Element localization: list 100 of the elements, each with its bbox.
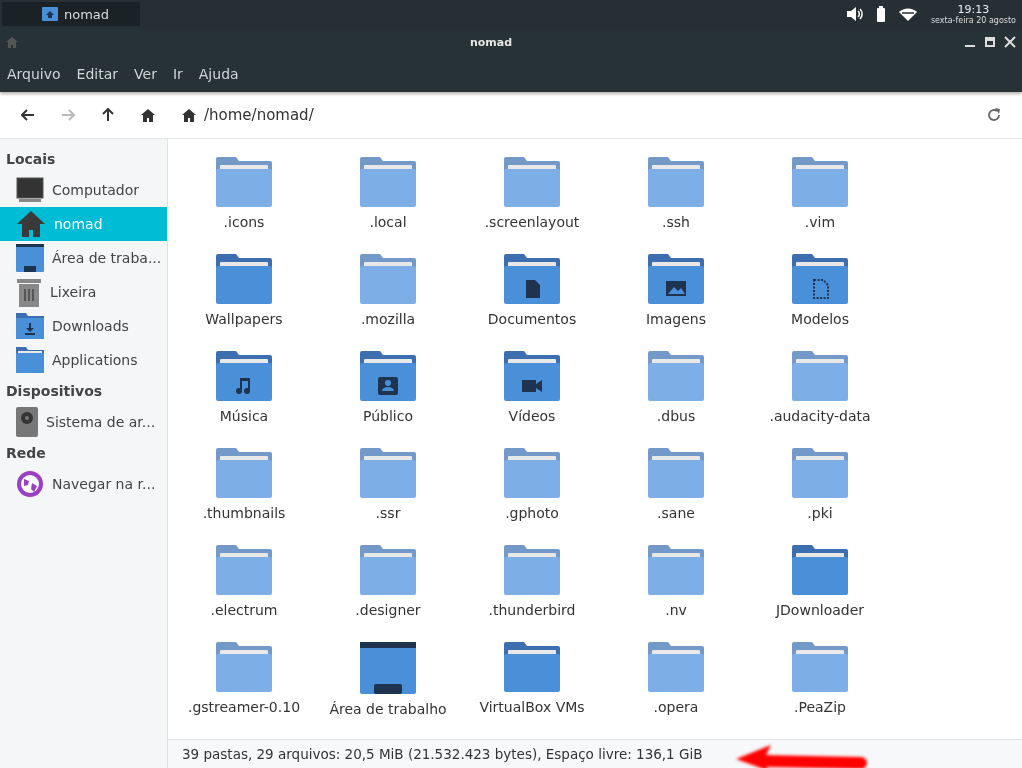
folder-name[interactable]: .thumbnails [202,505,286,521]
reload-icon [987,108,1001,122]
sidebar-item-label: Lixeira [50,284,97,300]
folder-name[interactable]: .electrum [210,602,278,618]
folder-name[interactable]: .gstreamer-0.10 [187,699,301,715]
monitor-icon [16,177,44,203]
folder-icon [792,545,848,595]
folder-icon [504,448,560,498]
folder-name[interactable]: .screenlayout [484,214,580,230]
folder-icon [792,448,848,498]
sidebar-item-label: Sistema de ar... [46,414,156,430]
folder-with-emblem-icon [648,254,704,304]
folder-name[interactable]: JDownloader [775,602,865,618]
folder-icon [360,448,416,498]
clock[interactable]: 19:13 sexta-feira 20 agosto [930,3,1016,25]
folder-name[interactable]: .gphoto [505,505,559,521]
folder-with-emblem-icon [792,254,848,304]
sidebar-item[interactable]: Applications [0,343,167,377]
sidebar-item[interactable]: Área de traba... [0,241,167,275]
drive-icon [16,407,38,437]
folder-name[interactable]: .vim [804,214,836,230]
folder-with-emblem-icon [504,254,560,304]
menu-item[interactable]: Editar [70,66,125,82]
sidebar-item-label: Área de traba... [52,250,162,266]
folder-name[interactable]: .designer [355,602,421,618]
folder-name[interactable]: Wallpapers [205,311,283,327]
folder-name[interactable]: Modelos [791,311,849,327]
clock-time: 19:13 [957,3,990,16]
folder-name[interactable]: .pki [807,505,833,521]
folder-name[interactable]: Público [363,408,413,424]
folder-name[interactable]: .dbus [656,408,696,424]
folder-icon [504,157,560,207]
close-icon[interactable] [1004,36,1016,48]
sidebar-item[interactable]: Computador [0,173,167,207]
folder-name[interactable]: .thunderbird [488,602,576,618]
folder-icon [648,351,704,401]
folder-name[interactable]: .mozilla [360,311,416,327]
folder-name[interactable]: Documentos [487,311,577,327]
desktop-folder-icon [16,244,44,272]
folder-name[interactable]: .nv [665,602,687,618]
folder-icon [792,642,848,692]
sidebar-item[interactable]: Downloads [0,309,167,343]
taskbar-button[interactable]: nomad [2,2,140,26]
sidebar-item-label: Downloads [52,318,129,334]
folder-with-emblem-icon [360,351,416,401]
folder-name[interactable]: .icons [223,214,265,230]
folder-name[interactable]: Música [219,408,269,424]
folder-name[interactable]: VirtualBox VMs [479,699,585,715]
folder-icon [360,157,416,207]
folder-icon [648,642,704,692]
clock-date: sexta-feira 20 agosto [930,16,1016,25]
download-folder-icon [16,313,44,339]
folder-name[interactable]: Imagens [646,311,706,327]
folder-icon [648,448,704,498]
folder-name[interactable]: .local [369,214,407,230]
sidebar-item-label: Applications [52,352,138,368]
folder-name[interactable]: .sane [657,505,695,521]
folder-with-emblem-icon [504,351,560,401]
volume-icon[interactable] [846,7,863,21]
sidebar-item[interactable]: Lixeira [0,275,167,309]
sidebar-heading: Dispositivos [5,382,104,401]
sidebar-item-label: nomad [54,216,103,232]
folder-name[interactable]: .audacity-data [769,408,871,424]
folder-name[interactable]: .ssr [375,505,401,521]
folder-with-emblem-icon [216,351,272,401]
folder-icon [16,347,44,373]
menu-item[interactable]: Arquivo [1,66,67,82]
sidebar-item[interactable]: Navegar na r... [0,467,167,501]
arrow-up-icon [102,108,114,122]
menu-item[interactable]: Ajuda [192,66,245,82]
folder-name[interactable]: Área de trabalho [329,701,447,717]
sidebar-heading: Rede [5,444,47,463]
folder-icon [504,545,560,595]
window-title: nomad [469,35,513,49]
globe-icon [16,470,44,498]
sidebar-item[interactable]: Sistema de ar... [0,405,167,439]
wifi-icon[interactable] [898,7,917,21]
folder-name[interactable]: .PeaZip [794,699,846,715]
battery-icon[interactable] [876,6,885,22]
folder-icon [216,448,272,498]
folder-icon [216,642,272,692]
menu-item[interactable]: Ver [128,66,163,82]
home-folder-icon [42,7,58,21]
trash-icon [16,277,42,307]
sidebar-item-label: Computador [52,182,139,198]
sidebar-heading: Locais [5,150,57,169]
menu-item[interactable]: Ir [166,66,189,82]
folder-icon [648,545,704,595]
path-text: /home/nomad/ [204,106,314,124]
folder-name[interactable]: .ssh [662,214,690,230]
sidebar-item-label: Navegar na r... [52,476,156,492]
folder-name[interactable]: Vídeos [508,408,556,424]
folder-icon [648,157,704,207]
arrow-left-icon [21,109,35,121]
folder-name[interactable]: .opera [653,699,699,715]
location-bar[interactable]: /home/nomad/ [170,97,972,133]
folder-icon [792,157,848,207]
arrow-right-icon [61,109,75,121]
home-icon [6,36,18,48]
maximize-icon[interactable] [984,36,996,48]
